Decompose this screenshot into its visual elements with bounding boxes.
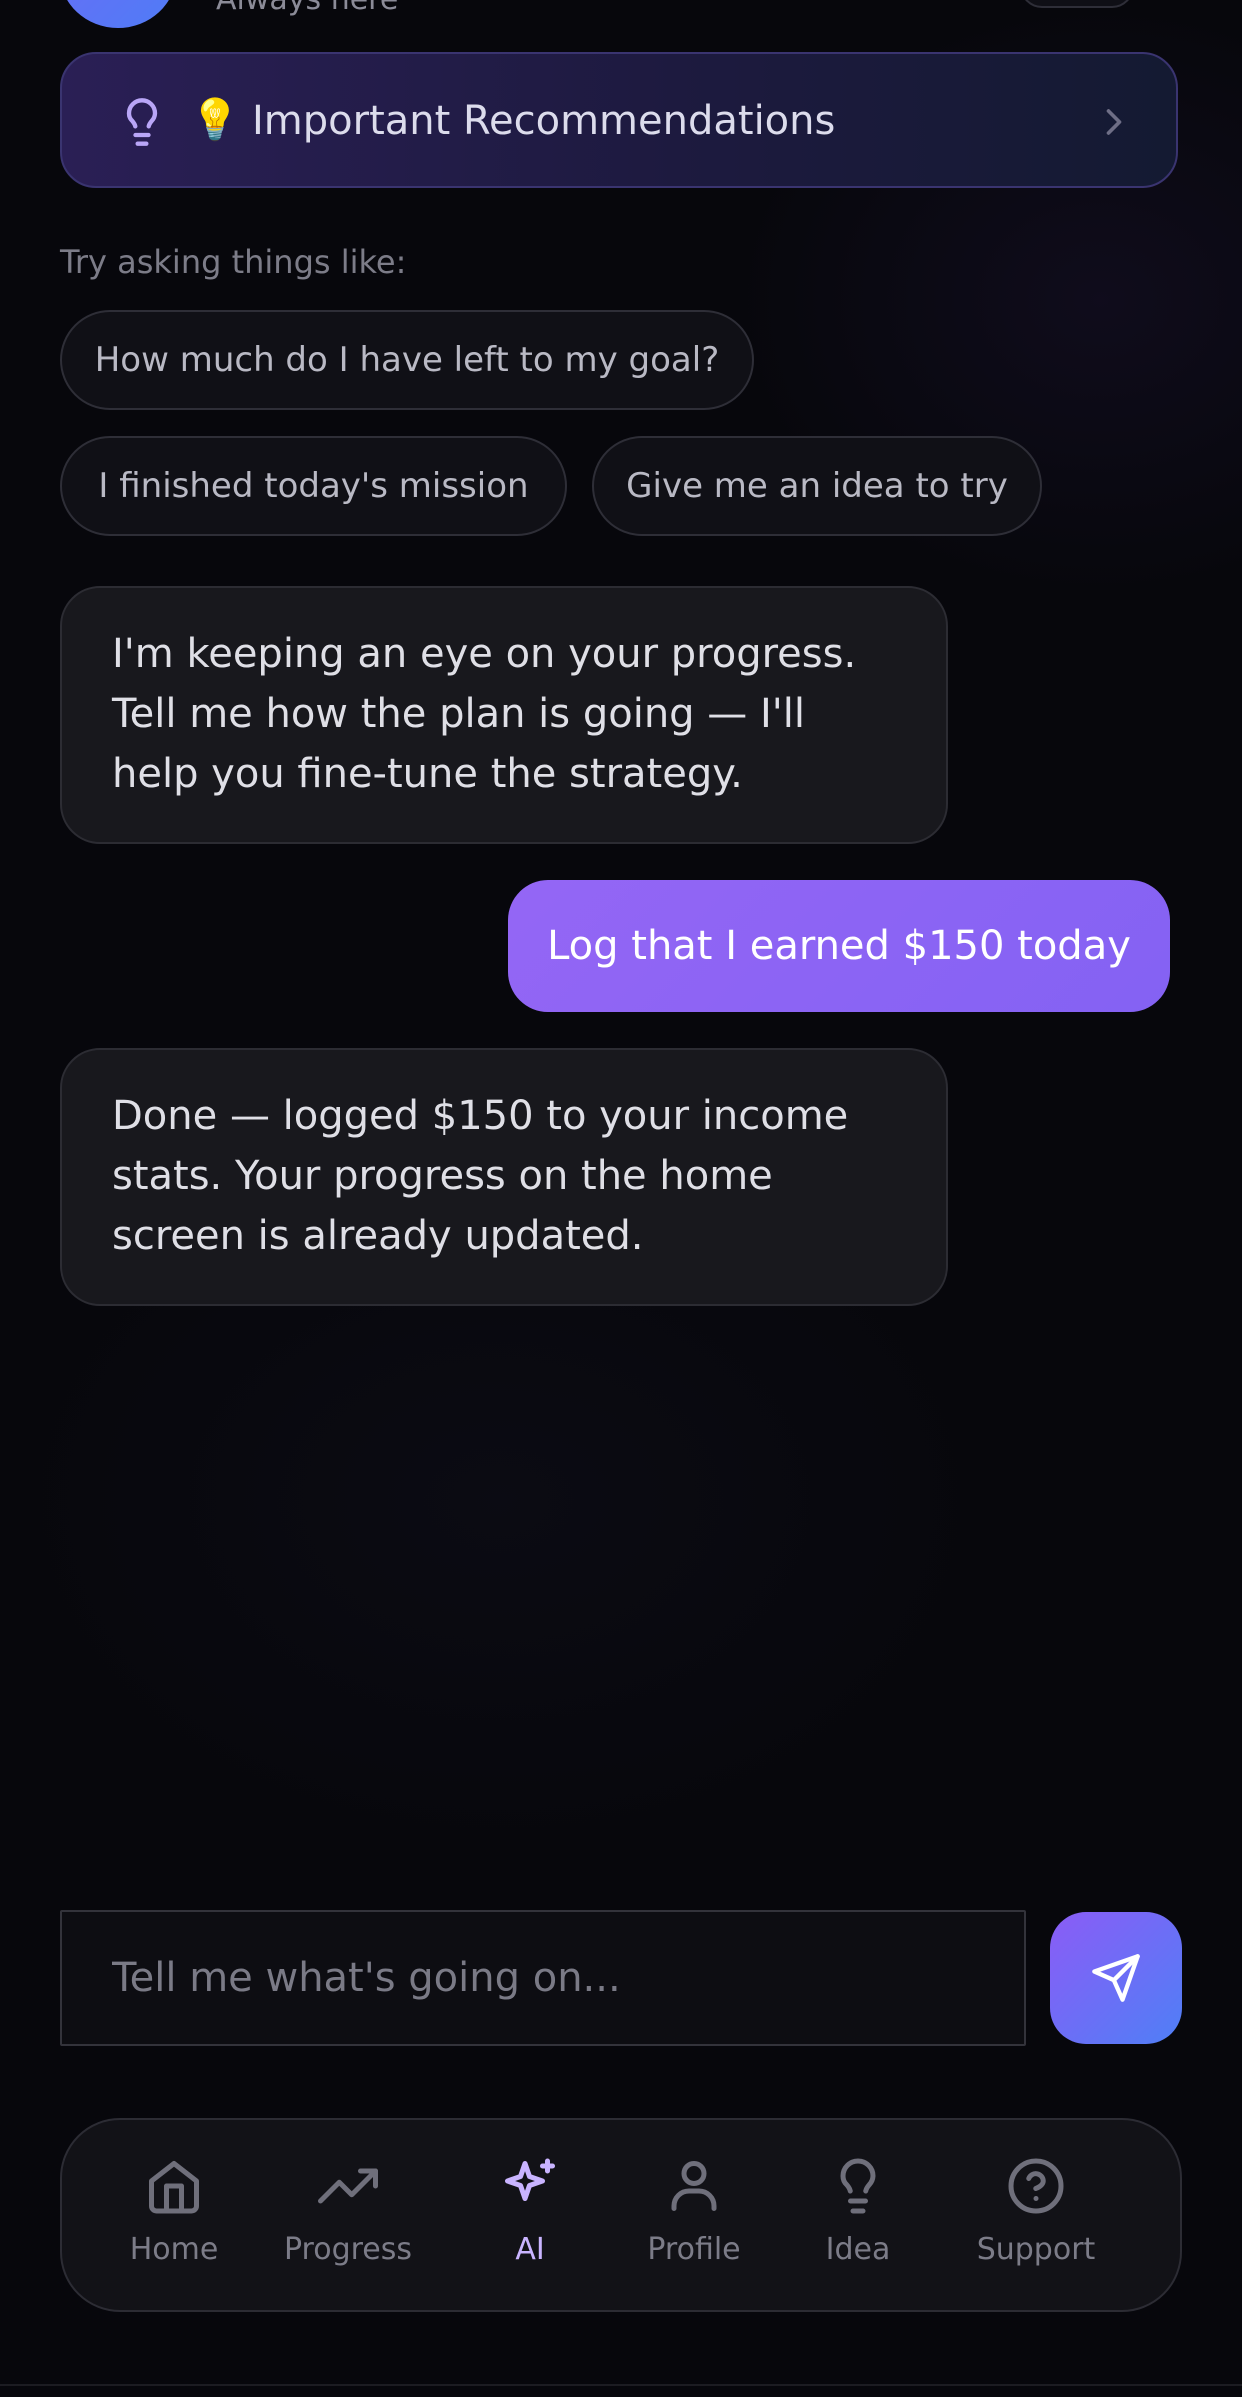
assistant-subtitle: Always here bbox=[216, 0, 398, 18]
send-icon bbox=[1092, 1954, 1140, 2002]
lightbulb-icon bbox=[840, 2158, 876, 2214]
header-action-button[interactable] bbox=[1020, 0, 1134, 8]
suggestions-hint: Try asking things like: bbox=[60, 243, 407, 281]
nav-label-progress: Progress bbox=[283, 2232, 413, 2267]
assistant-avatar bbox=[60, 0, 176, 28]
nav-item-ai[interactable]: AI bbox=[450, 2150, 610, 2284]
message-input[interactable] bbox=[60, 1910, 1026, 2046]
nav-label-profile: Profile bbox=[647, 2232, 741, 2267]
trending-up-icon bbox=[318, 2168, 378, 2204]
nav-item-profile[interactable]: Profile bbox=[614, 2150, 774, 2284]
home-icon bbox=[149, 2161, 199, 2214]
recommendations-label: Important Recommendations bbox=[252, 98, 836, 144]
help-circle-icon bbox=[1008, 2158, 1064, 2214]
suggestion-chip-goal[interactable]: How much do I have left to my goal? bbox=[60, 310, 754, 410]
sparkles-icon bbox=[505, 2158, 555, 2201]
chevron-right-icon bbox=[1106, 109, 1122, 135]
lightbulb-emoji: 💡 bbox=[190, 97, 240, 143]
send-button[interactable] bbox=[1050, 1912, 1182, 2044]
nav-label-support: Support bbox=[976, 2232, 1096, 2267]
assistant-message: I'm keeping an eye on your progress. Tel… bbox=[60, 586, 948, 844]
lightbulb-icon bbox=[126, 98, 158, 146]
nav-item-home[interactable]: Home bbox=[94, 2150, 254, 2284]
nav-item-progress[interactable]: Progress bbox=[268, 2150, 428, 2284]
nav-item-idea[interactable]: Idea bbox=[778, 2150, 938, 2284]
suggestion-chip-mission[interactable]: I finished today's mission bbox=[60, 436, 567, 536]
bottom-divider bbox=[0, 2384, 1242, 2386]
nav-label-idea: Idea bbox=[825, 2232, 891, 2267]
user-icon bbox=[671, 2161, 717, 2211]
nav-label-ai: AI bbox=[515, 2232, 545, 2267]
user-message: Log that I earned $150 today bbox=[508, 880, 1170, 1012]
suggestion-chip-idea[interactable]: Give me an idea to try bbox=[592, 436, 1042, 536]
bottom-navigation: Home Progress AI Profile Idea Support bbox=[60, 2118, 1182, 2312]
assistant-message: Done — logged $150 to your income stats.… bbox=[60, 1048, 948, 1306]
nav-label-home: Home bbox=[129, 2232, 219, 2267]
nav-item-support[interactable]: Support bbox=[956, 2150, 1116, 2284]
recommendations-banner[interactable]: 💡 Important Recommendations bbox=[60, 52, 1178, 188]
